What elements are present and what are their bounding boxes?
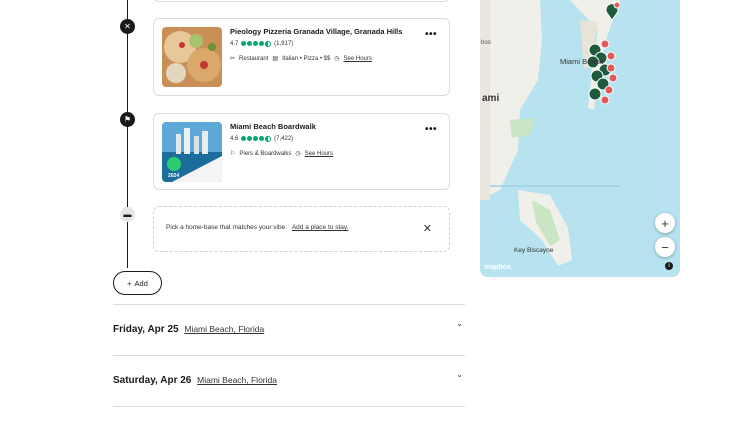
map-label-fragment: boo: [481, 40, 492, 46]
rating-value: 4.6: [230, 136, 239, 142]
rating-bubbles-icon: [241, 136, 272, 142]
itinerary-card[interactable]: 2024 Miami Beach Boardwalk 4.6 (7,422) ⚐…: [153, 113, 450, 190]
info-icon[interactable]: i: [665, 262, 673, 270]
close-icon[interactable]: ✕: [423, 222, 432, 235]
day-location-link[interactable]: Miami Beach, Florida: [197, 375, 277, 385]
chevron-down-icon[interactable]: ⌄: [456, 370, 463, 379]
rating-value: 4.7: [230, 41, 239, 47]
day-section[interactable]: Friday, Apr 25 Miami Beach, Florida ⌄: [113, 304, 465, 355]
rating-row: 4.6 (7,422): [230, 136, 293, 142]
flag-small-icon: ⚐: [230, 151, 236, 157]
more-options-button[interactable]: •••: [425, 29, 437, 40]
rating-row: 4.7 (1,917): [230, 41, 293, 47]
itinerary-card[interactable]: Pieology Pizzeria Granada Village, Grana…: [153, 18, 450, 96]
rating-bubbles-icon: [241, 41, 272, 47]
map[interactable]: ami Miami Beach Key Biscayne boo mapbox …: [480, 0, 680, 277]
see-hours-link[interactable]: See Hours: [344, 56, 372, 62]
add-button-label: Add: [134, 278, 148, 288]
see-hours-link[interactable]: See Hours: [305, 151, 333, 157]
map-pin-icon[interactable]: [604, 1, 621, 21]
cuisine-label: Italian • Pizza • $$: [282, 55, 331, 62]
menu-icon: ▤: [272, 56, 279, 62]
add-place-to-stay-link[interactable]: Add a place to stay.: [292, 224, 349, 231]
place-title[interactable]: Pieology Pizzeria Granada Village, Grana…: [230, 27, 402, 36]
meta-row: ✂ Restaurant ▤ Italian • Pizza • $$ ◷ Se…: [230, 55, 372, 63]
plus-icon: +: [127, 278, 132, 288]
chevron-down-icon[interactable]: ⌄: [456, 319, 463, 328]
utensils-icon: ✂: [230, 56, 236, 62]
day-date: Friday, Apr 25: [113, 324, 179, 335]
boardwalk-photo[interactable]: 2024: [162, 122, 222, 182]
zoom-in-button[interactable]: +: [655, 213, 675, 233]
map-label-miami: ami: [482, 93, 500, 104]
meta-row: ⚐ Piers & Boardwalks ◷ See Hours: [230, 150, 333, 158]
map-label-key-biscayne: Key Biscayne: [514, 247, 554, 254]
previous-card-edge: [153, 0, 450, 2]
category-label: Restaurant: [239, 55, 269, 62]
day-date: Saturday, Apr 26: [113, 375, 192, 386]
restaurant-photo[interactable]: [162, 27, 222, 87]
travelers-choice-badge: 2024: [168, 173, 180, 179]
home-base-text: Pick a home-base that matches your vibe.: [166, 224, 288, 231]
review-count: (1,917): [274, 41, 294, 47]
add-button[interactable]: + Add: [113, 271, 162, 295]
bed-icon: ▬: [120, 207, 135, 222]
restaurant-icon: ✕: [120, 19, 135, 34]
clock-icon: ◷: [295, 151, 301, 157]
place-title[interactable]: Miami Beach Boardwalk: [230, 122, 316, 131]
zoom-out-button[interactable]: −: [655, 237, 675, 257]
home-base-prompt: Pick a home-base that matches your vibe.…: [153, 206, 450, 252]
review-count: (7,422): [274, 136, 294, 142]
map-label-miami-beach: Miami Beach: [560, 57, 604, 66]
category-label: Piers & Boardwalks: [239, 150, 292, 157]
day-location-link[interactable]: Miami Beach, Florida: [184, 324, 264, 334]
more-options-button[interactable]: •••: [425, 124, 437, 135]
itinerary-timeline: [127, 0, 128, 268]
mapbox-logo: mapbox: [484, 264, 511, 271]
flag-icon: ⚑: [120, 112, 135, 127]
clock-icon: ◷: [334, 56, 340, 62]
day-section[interactable]: Saturday, Apr 26 Miami Beach, Florida ⌄: [113, 355, 465, 406]
map-pin-cluster[interactable]: [585, 38, 625, 108]
divider: [113, 406, 465, 407]
